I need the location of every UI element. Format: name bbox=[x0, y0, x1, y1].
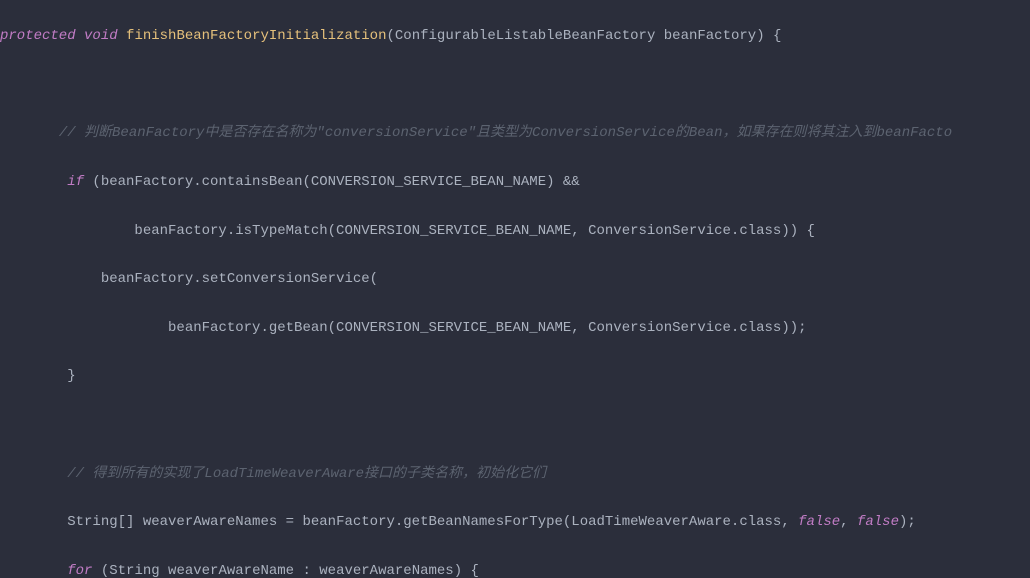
decl-end: ); bbox=[899, 514, 916, 530]
comment: // 判断BeanFactory中是否存在名称为"conversionServi… bbox=[59, 125, 952, 141]
code-line: } bbox=[0, 364, 1030, 388]
statement: beanFactory.getBean(CONVERSION_SERVICE_B… bbox=[168, 320, 807, 336]
brace: { bbox=[765, 28, 782, 44]
keyword-false: false bbox=[798, 514, 840, 530]
keyword-type: void bbox=[84, 28, 118, 44]
brace: } bbox=[67, 368, 75, 384]
for-head: (String weaverAwareName : weaverAwareNam… bbox=[92, 563, 478, 578]
method-name: finishBeanFactoryInitialization bbox=[126, 28, 386, 44]
keyword-access: protected bbox=[0, 28, 76, 44]
code-line: if (beanFactory.containsBean(CONVERSION_… bbox=[0, 170, 1030, 194]
sep: , bbox=[840, 514, 857, 530]
code-line bbox=[0, 413, 1030, 437]
paren: ) bbox=[756, 28, 764, 44]
code-line: beanFactory.isTypeMatch(CONVERSION_SERVI… bbox=[0, 219, 1030, 243]
paren: ( bbox=[387, 28, 395, 44]
code-line: // 得到所有的实现了LoadTimeWeaverAware接口的子类名称，初始… bbox=[0, 462, 1030, 486]
code-line: String[] weaverAwareNames = beanFactory.… bbox=[0, 510, 1030, 534]
param-type: ConfigurableListableBeanFactory bbox=[395, 28, 655, 44]
condition: beanFactory.isTypeMatch(CONVERSION_SERVI… bbox=[134, 223, 815, 239]
code-line: protected void finishBeanFactoryInitiali… bbox=[0, 24, 1030, 48]
condition: (beanFactory.containsBean(CONVERSION_SER… bbox=[84, 174, 580, 190]
keyword-for: for bbox=[67, 563, 92, 578]
param-name: beanFactory bbox=[664, 28, 756, 44]
keyword-false: false bbox=[857, 514, 899, 530]
statement: beanFactory.setConversionService( bbox=[101, 271, 378, 287]
code-line: for (String weaverAwareName : weaverAwar… bbox=[0, 559, 1030, 578]
declaration: String[] weaverAwareNames = beanFactory.… bbox=[67, 514, 798, 530]
code-line: beanFactory.setConversionService( bbox=[0, 267, 1030, 291]
keyword-if: if bbox=[67, 174, 84, 190]
code-line bbox=[0, 73, 1030, 97]
code-editor[interactable]: protected void finishBeanFactoryInitiali… bbox=[0, 0, 1030, 578]
code-line: beanFactory.getBean(CONVERSION_SERVICE_B… bbox=[0, 316, 1030, 340]
code-line: // 判断BeanFactory中是否存在名称为"conversionServi… bbox=[0, 121, 1030, 145]
comment: // 得到所有的实现了LoadTimeWeaverAware接口的子类名称，初始… bbox=[67, 466, 546, 482]
